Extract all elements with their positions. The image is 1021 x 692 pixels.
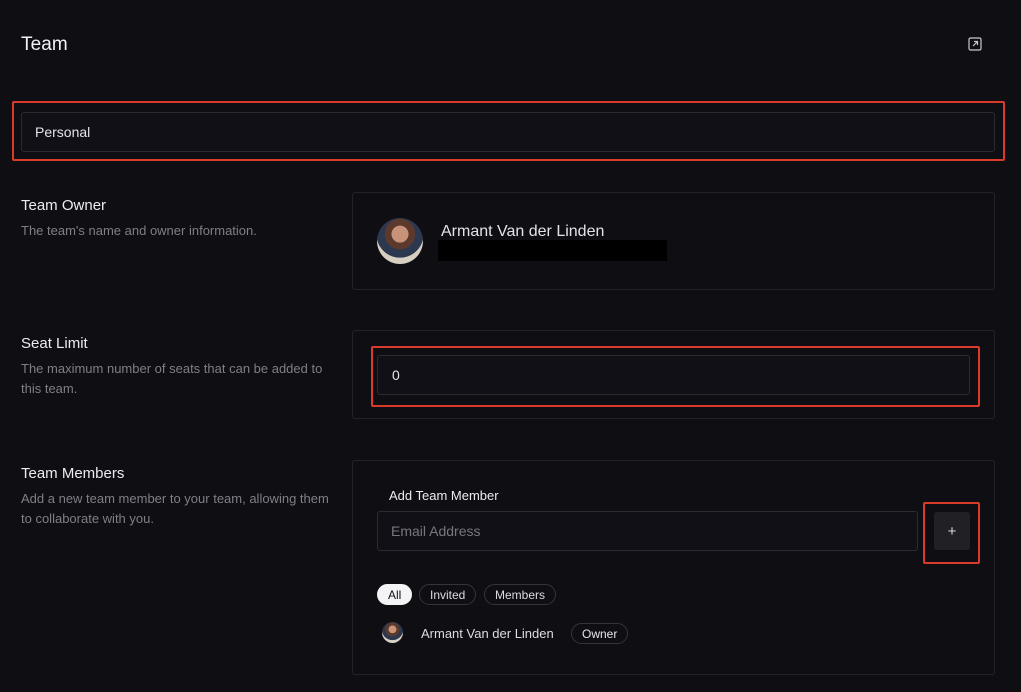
seat-limit-description: The maximum number of seats that can be …: [21, 361, 323, 396]
page-title: Team: [21, 34, 68, 55]
member-avatar: [382, 622, 403, 643]
open-external-icon[interactable]: [968, 37, 982, 51]
team-members-description: Add a new team member to your team, allo…: [21, 491, 329, 526]
seat-limit-title: Seat Limit: [21, 335, 88, 352]
team-owner-title: Team Owner: [21, 197, 107, 214]
team-members-title: Team Members: [21, 465, 125, 482]
filter-members[interactable]: Members: [484, 584, 557, 605]
team-settings-page: Team Personal Team Owner The team's name…: [0, 0, 1021, 692]
add-team-member-label: Add Team Member: [389, 488, 499, 503]
filter-invited[interactable]: Invited: [419, 584, 477, 605]
seat-limit-input[interactable]: [377, 355, 970, 395]
role-badge: Owner: [571, 623, 629, 644]
plus-icon: +: [947, 522, 957, 540]
member-name: Armant Van der Linden: [421, 626, 554, 641]
owner-avatar: [377, 218, 423, 264]
owner-email-redacted: [438, 240, 667, 261]
add-member-button[interactable]: +: [934, 512, 970, 550]
owner-name: Armant Van der Linden: [441, 223, 605, 240]
team-select[interactable]: Personal: [21, 112, 995, 152]
team-owner-description: The team's name and owner information.: [21, 223, 257, 238]
email-address-input[interactable]: [377, 511, 918, 551]
filter-all[interactable]: All: [377, 584, 413, 605]
team-select-value: Personal: [35, 124, 91, 140]
